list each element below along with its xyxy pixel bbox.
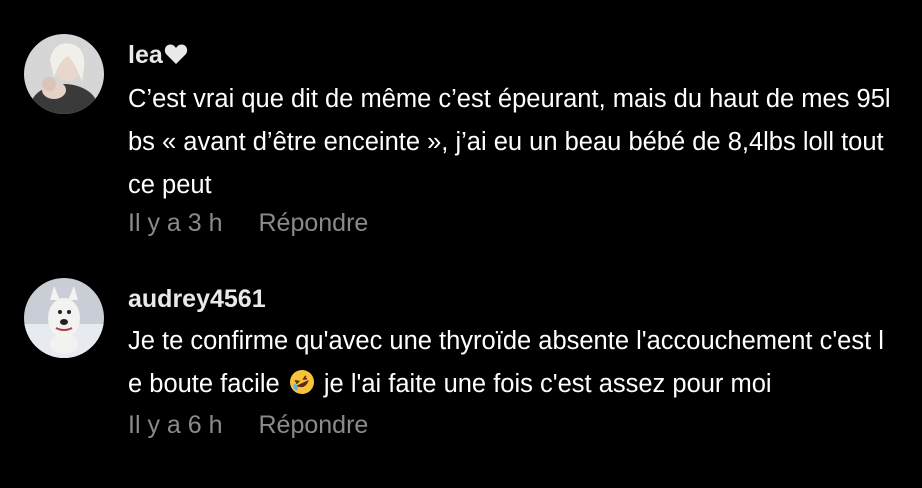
reply-button[interactable]: Répondre (259, 410, 369, 440)
white-heart-icon (164, 42, 188, 72)
rolling-on-floor-laughing-emoji (289, 366, 315, 409)
reply-button[interactable]: Répondre (259, 208, 369, 238)
comment-timestamp: Il y a 3 h (128, 209, 223, 237)
avatar[interactable] (24, 34, 104, 114)
comment-text: C’est vrai que dit de même c’est épeuran… (128, 85, 891, 199)
username-text: lea (128, 41, 163, 69)
comment-timestamp: Il y a 6 h (128, 411, 223, 439)
comment-meta: Il y a 3 h Répondre (128, 208, 898, 238)
comment-text-part: je l'ai faite une fois c'est assez pour … (323, 370, 772, 398)
username-text: audrey4561 (128, 285, 266, 313)
dog-avatar-photo (24, 278, 104, 358)
comment-text: Je te confirme qu'avec une thyroïde abse… (128, 320, 898, 409)
comment-username[interactable]: lea (128, 40, 898, 72)
avatar[interactable] (24, 278, 104, 358)
user-avatar-photo (24, 34, 104, 114)
comment-meta: Il y a 6 h Répondre (128, 410, 898, 440)
comment-username[interactable]: audrey4561 (128, 284, 898, 314)
